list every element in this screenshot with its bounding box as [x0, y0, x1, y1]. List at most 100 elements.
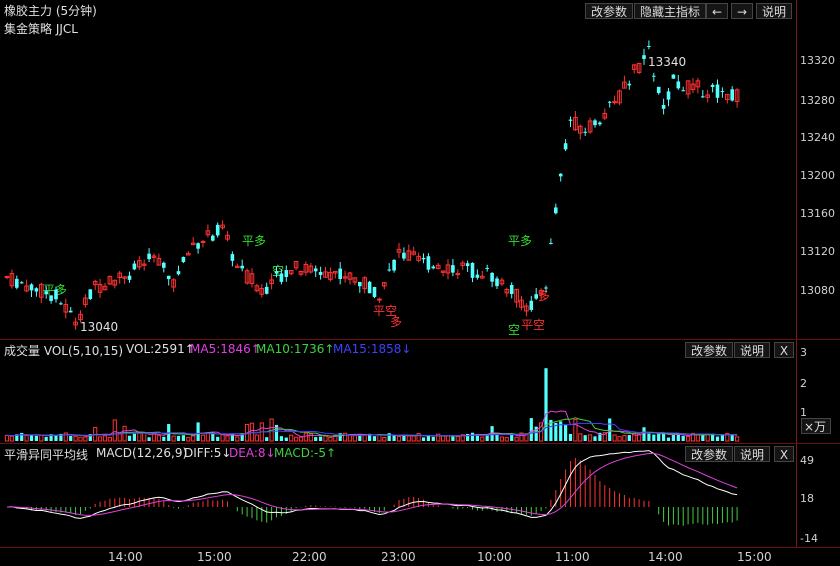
candle-body	[490, 272, 494, 282]
volume-bar	[411, 435, 416, 442]
candle-body	[88, 289, 93, 299]
volume-bar	[69, 436, 73, 441]
volume-bar	[573, 419, 578, 442]
candle-body	[127, 275, 132, 280]
candle-body	[166, 275, 171, 280]
candle-body	[558, 173, 563, 177]
candle-body	[470, 262, 475, 278]
volume-bar	[220, 434, 225, 442]
volume-bar	[142, 432, 147, 442]
volume-bar	[392, 435, 396, 441]
volume-bar	[314, 437, 318, 441]
volume-bar	[720, 435, 724, 441]
candle-body	[147, 253, 151, 260]
candle-body	[730, 89, 734, 101]
volume-bar	[29, 435, 34, 441]
candle-body	[421, 257, 426, 260]
volume-bar	[431, 436, 435, 441]
volume-bar	[593, 436, 597, 441]
volume-bar	[735, 436, 740, 442]
candle-body	[701, 96, 705, 98]
candle-body	[720, 91, 725, 93]
volume-bar	[662, 433, 666, 441]
volume-bar	[298, 436, 304, 442]
candle-body	[642, 55, 646, 59]
candle-body	[549, 242, 553, 244]
volume-bar	[652, 434, 656, 441]
candle-body	[358, 281, 362, 287]
candle-body	[583, 131, 587, 133]
volume-bar	[181, 435, 185, 441]
candle-body	[264, 286, 269, 294]
candle-body	[710, 84, 715, 87]
volume-bar	[83, 436, 88, 442]
candle-body	[554, 207, 558, 214]
candle-body	[431, 266, 436, 269]
volume-bar	[137, 432, 142, 442]
volume-bar	[396, 435, 402, 442]
candle-body	[681, 90, 685, 92]
candle-body	[211, 235, 215, 241]
candle-body	[44, 291, 48, 295]
volume-bar	[54, 435, 58, 441]
volume-bar	[117, 433, 122, 442]
volume-bar	[647, 433, 651, 441]
candle-body	[652, 75, 656, 77]
candle-body	[598, 122, 602, 125]
volume-bar	[284, 437, 288, 441]
candle-body	[563, 143, 568, 150]
volume-bar	[372, 436, 377, 441]
volume-bar	[107, 437, 113, 442]
volume-bar	[98, 436, 103, 442]
candle-body	[49, 295, 53, 301]
volume-bar	[279, 436, 283, 441]
volume-bar	[642, 427, 646, 441]
volume-bar	[406, 435, 411, 442]
volume-bar	[102, 435, 108, 442]
volume-bar	[44, 436, 48, 441]
candle-body	[544, 287, 548, 289]
candle-body	[534, 294, 538, 299]
volume-bar	[529, 418, 533, 441]
candle-body	[132, 263, 137, 270]
candle-body	[68, 310, 73, 313]
volume-bar	[20, 432, 24, 441]
candle-body	[671, 74, 676, 79]
candle-body	[215, 224, 220, 236]
volume-bar	[147, 437, 151, 441]
volume-bar	[211, 433, 215, 441]
volume-bar	[504, 437, 509, 442]
plot-canvas	[4, 40, 740, 526]
candle-body	[661, 104, 666, 109]
candle-body	[656, 86, 661, 94]
volume-bar	[24, 435, 29, 442]
volume-bar	[480, 436, 485, 442]
macd-diff-line	[6, 450, 738, 519]
volume-bar	[627, 435, 631, 441]
candle-body	[451, 265, 455, 273]
candle-body	[230, 254, 235, 261]
volume-bar	[695, 434, 700, 442]
volume-bar	[578, 433, 583, 442]
volume-bar	[451, 436, 455, 441]
volume-bar	[445, 435, 451, 442]
candle-body	[666, 91, 671, 100]
candle-body	[181, 257, 186, 263]
volume-bar	[657, 433, 661, 441]
candle-body	[15, 278, 19, 288]
volume-bar	[200, 434, 206, 442]
candle-body	[274, 271, 279, 274]
candle-body	[627, 83, 632, 86]
volume-bar	[235, 436, 240, 442]
candle-body	[284, 270, 289, 277]
candle-body	[279, 273, 284, 282]
candle-body	[455, 273, 461, 276]
volume-bar	[216, 436, 220, 441]
volume-bar	[681, 435, 685, 441]
volume-bar	[544, 368, 548, 441]
volume-bar	[294, 436, 299, 442]
volume-bar	[289, 434, 294, 442]
volume-bar	[470, 432, 475, 441]
candle-body	[59, 303, 63, 305]
volume-bar	[328, 436, 333, 442]
